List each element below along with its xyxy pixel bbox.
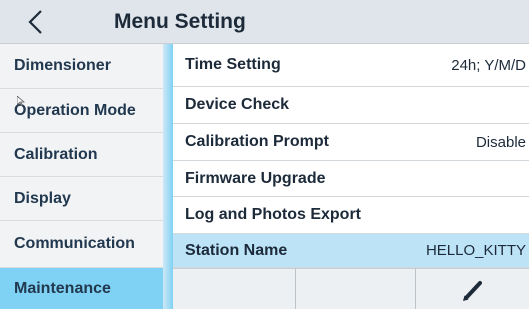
setting-row-station-name[interactable]: Station Name HELLO_KITTY [173,234,529,268]
sidebar-item-label: Communication [14,235,135,252]
page-title: Menu Setting [114,10,246,33]
setting-label: Device Check [185,96,290,113]
sidebar-item-dimensioner[interactable]: Dimensioner [0,44,163,89]
chevron-left-icon [28,10,42,34]
toolbar-button-1[interactable] [173,269,296,309]
sidebar-item-label: Maintenance [14,279,111,297]
setting-value: HELLO_KITTY [425,242,526,259]
setting-label: Log and Photos Export [185,206,361,223]
setting-label: Station Name [185,241,288,259]
setting-label: Time Setting [185,56,281,73]
back-button[interactable] [8,4,64,40]
setting-row-log-and-photos-export[interactable]: Log and Photos Export [173,197,529,234]
pencil-edit-icon [462,280,482,301]
sidebar-item-communication[interactable]: Communication [0,221,163,268]
sidebar-item-calibration[interactable]: Calibration [0,133,163,177]
sidebar: Dimensioner Operation Mode Calibration D… [0,44,165,309]
bottom-toolbar [173,268,529,309]
setting-row-time-setting[interactable]: Time Setting 24h; Y/M/D [173,44,529,87]
setting-label: Firmware Upgrade [185,169,326,187]
setting-row-firmware-upgrade[interactable]: Firmware Upgrade [173,161,529,197]
sidebar-item-label: Display [14,189,71,207]
setting-value: Disable [475,133,526,151]
sidebar-item-display[interactable]: Display [0,177,163,221]
sidebar-item-maintenance[interactable]: Maintenance [0,268,163,309]
sidebar-item-label: Operation Mode [14,101,136,119]
mouse-cursor-icon [17,96,25,106]
toolbar-button-2[interactable] [296,269,416,309]
setting-value: 24h; Y/M/D [451,56,526,74]
sidebar-item-label: Calibration [14,145,98,163]
edit-button[interactable] [416,269,529,309]
setting-row-calibration-prompt[interactable]: Calibration Prompt Disable [173,124,529,161]
title-bar: Menu Setting [0,0,529,44]
setting-label: Calibration Prompt [185,133,330,150]
sidebar-item-label: Dimensioner [14,57,111,74]
sidebar-active-indicator [163,44,173,309]
setting-row-device-check[interactable]: Device Check [173,87,529,124]
